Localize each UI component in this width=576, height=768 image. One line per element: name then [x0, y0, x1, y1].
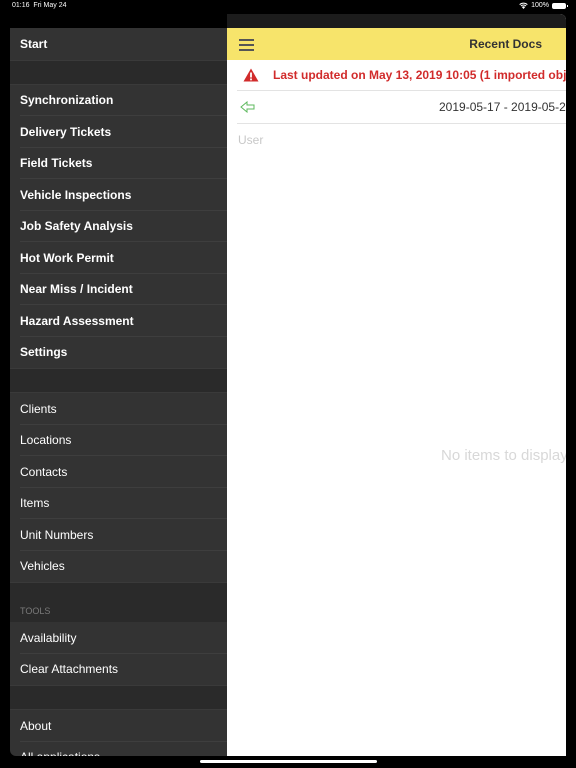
section-divider — [10, 59, 227, 85]
sidebar-item-label: Unit Numbers — [20, 527, 94, 542]
sidebar-item-start[interactable]: Start — [10, 28, 227, 60]
section-divider — [10, 368, 227, 393]
sidebar-item-job-safety-analysis[interactable]: Job Safety Analysis — [10, 211, 227, 243]
sidebar-item-settings[interactable]: Settings — [10, 337, 227, 369]
sidebar-item-hazard-assessment[interactable]: Hazard Assessment — [10, 305, 227, 337]
sidebar-item-label: Locations — [20, 433, 72, 448]
status-right: 100% — [519, 2, 568, 9]
sidebar-item-label: All applications — [20, 750, 100, 756]
sidebar-menu: Start Synchronization Delivery Tickets F… — [10, 28, 227, 756]
sidebar-item-label: About — [20, 718, 52, 733]
sidebar-item-delivery-tickets[interactable]: Delivery Tickets — [10, 116, 227, 148]
date-range[interactable]: 2019-05-17 - 2019-05-24 — [439, 100, 566, 114]
sidebar-item-vehicles[interactable]: Vehicles — [10, 551, 227, 583]
status-bar: 01:16 Fri May 24 100% — [0, 0, 576, 12]
panel-top-strip — [227, 14, 566, 28]
sidebar-item-unit-numbers[interactable]: Unit Numbers — [10, 519, 227, 551]
sidebar-item-label: Vehicles — [20, 559, 65, 574]
warning-icon — [243, 68, 259, 82]
sidebar-item-all-applications[interactable]: All applications — [10, 742, 227, 756]
sidebar-item-field-tickets[interactable]: Field Tickets — [10, 148, 227, 180]
sidebar-item-label: Settings — [20, 345, 68, 360]
battery-percent: 100% — [531, 2, 549, 9]
status-time: 01:16 Fri May 24 — [12, 2, 67, 9]
sidebar-item-availability[interactable]: Availability — [10, 622, 227, 654]
sidebar-item-items[interactable]: Items — [10, 488, 227, 520]
sidebar-item-label: Contacts — [20, 464, 68, 479]
back-arrow-icon[interactable] — [240, 101, 256, 113]
sidebar-item-contacts[interactable]: Contacts — [10, 456, 227, 488]
sidebar-item-label: Delivery Tickets — [20, 124, 112, 139]
section-header-tools: TOOLS — [10, 582, 227, 622]
sidebar-item-label: Availability — [20, 630, 77, 645]
sync-alert[interactable]: Last updated on May 13, 2019 10:05 (1 im… — [237, 60, 566, 91]
sidebar-item-vehicle-inspections[interactable]: Vehicle Inspections — [10, 179, 227, 211]
sidebar-item-locations[interactable]: Locations — [10, 425, 227, 457]
sidebar-item-label: Clear Attachments — [20, 662, 119, 677]
sidebar-item-clients[interactable]: Clients — [10, 393, 227, 425]
sidebar-item-label: Field Tickets — [20, 156, 93, 171]
section-divider — [10, 685, 227, 710]
menu-icon[interactable] — [239, 39, 254, 51]
sidebar-item-near-miss-incident[interactable]: Near Miss / Incident — [10, 274, 227, 306]
main-panel: Recent Docs Last updated on May 13, 2019… — [227, 14, 566, 756]
sidebar-item-label: Synchronization — [20, 93, 114, 108]
sidebar-item-label: Job Safety Analysis — [20, 219, 133, 234]
sidebar-item-label: Hazard Assessment — [20, 313, 134, 328]
sidebar-item-hot-work-permit[interactable]: Hot Work Permit — [10, 242, 227, 274]
sidebar-item-label: Clients — [20, 401, 57, 416]
sidebar-item-clear-attachments[interactable]: Clear Attachments — [10, 654, 227, 686]
empty-state-message: No items to display — [441, 447, 566, 464]
sidebar-item-label: Vehicle Inspections — [20, 187, 132, 202]
sidebar-item-synchronization[interactable]: Synchronization — [10, 85, 227, 117]
nav-bar: Recent Docs — [227, 28, 566, 60]
home-indicator[interactable] — [200, 760, 377, 763]
user-group-label: User — [238, 133, 264, 147]
sidebar-item-label: Items — [20, 496, 50, 511]
sidebar-item-label: Start — [20, 36, 48, 51]
date-range-row: 2019-05-17 - 2019-05-24 — [237, 91, 566, 124]
sidebar-item-label: Near Miss / Incident — [20, 282, 133, 297]
battery-icon — [552, 2, 568, 9]
wifi-icon — [519, 2, 528, 9]
page-title: Recent Docs — [469, 37, 542, 51]
sidebar-item-about[interactable]: About — [10, 710, 227, 742]
sidebar-item-label: Hot Work Permit — [20, 250, 114, 265]
alert-message: Last updated on May 13, 2019 10:05 (1 im… — [273, 68, 566, 82]
